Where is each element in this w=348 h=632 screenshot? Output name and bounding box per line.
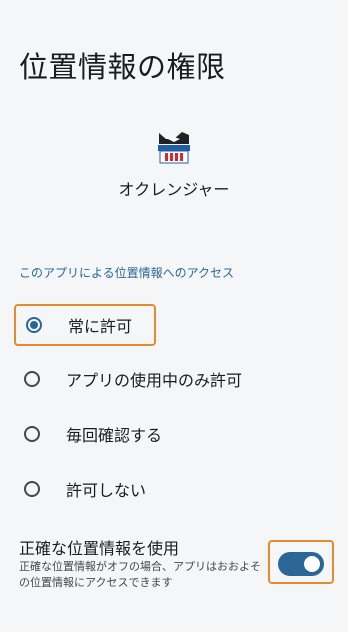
app-logo-icon (156, 130, 192, 164)
option-label: 許可しない (66, 481, 147, 500)
option-label: 毎回確認する (66, 426, 163, 445)
page-title: 位置情報の権限 (19, 50, 226, 84)
option-label: 常に許可 (68, 317, 133, 336)
radio-checked-icon[interactable] (26, 317, 42, 333)
app-name: オクレンジャー (118, 180, 230, 199)
option-deny[interactable]: 許可しない (14, 468, 334, 510)
option-always-allow[interactable]: 常に許可 (14, 304, 156, 346)
option-ask-every-time[interactable]: 毎回確認する (14, 413, 334, 455)
option-label: アプリの使用中のみ許可 (66, 371, 243, 390)
radio-unchecked-icon[interactable] (24, 426, 40, 442)
option-allow-while-using[interactable]: アプリの使用中のみ許可 (14, 358, 334, 400)
precise-location-description: 正確な位置情報がオフの場合、アプリはおおよその位置情報にアクセスできます (19, 560, 261, 589)
section-header: このアプリによる位置情報へのアクセス (19, 266, 235, 280)
precise-location-title: 正確な位置情報を使用 (19, 539, 180, 558)
precise-location-toggle[interactable] (278, 552, 324, 576)
precise-location-toggle-frame (268, 540, 334, 584)
radio-unchecked-icon[interactable] (24, 371, 40, 387)
toggle-thumb (304, 556, 320, 572)
radio-unchecked-icon[interactable] (24, 481, 40, 497)
